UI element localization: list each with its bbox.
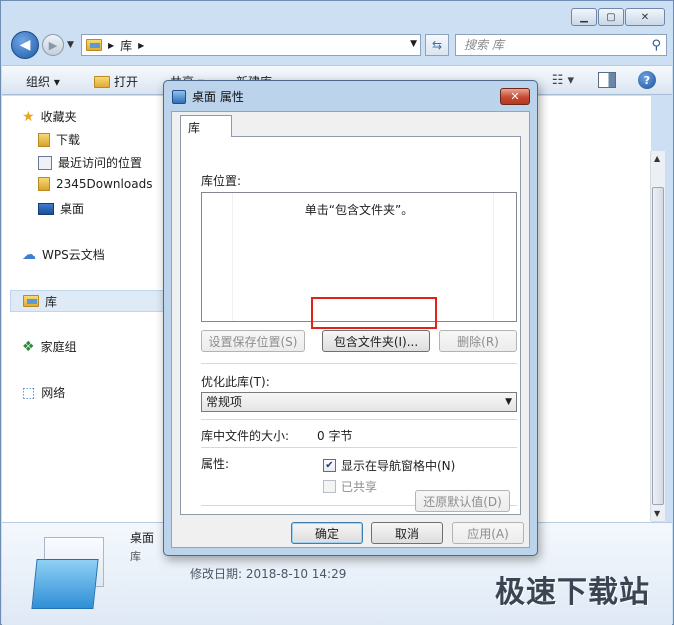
set-save-location-button[interactable]: 设置保存位置(S) [201,330,305,352]
tab-library[interactable]: 库 [180,115,232,137]
address-crumb-libraries[interactable]: 库 [120,37,132,54]
star-icon: ★ [22,108,35,125]
search-placeholder: 搜索 库 [464,38,504,52]
navigation-pane: ★ 收藏夹 下载 最近访问的位置 2345Downloads 桌面 ☁ WPS云… [2,96,164,522]
optimize-select[interactable]: 常规项 ▼ [201,392,517,412]
remove-button[interactable]: 删除(R) [439,330,517,352]
close-window-button[interactable]: ✕ [625,8,665,26]
organize-button[interactable]: 组织 ▾ [26,73,60,90]
shared-label: 已共享 [341,480,378,494]
downloads-folder-icon [38,132,50,147]
nav-favorites[interactable]: ★ 收藏夹 [22,108,77,125]
nav-desktop[interactable]: 桌面 [38,200,84,217]
optimize-selected-value: 常规项 [206,395,243,409]
details-item-type: 库 [130,550,141,563]
dialog-close-button[interactable]: ✕ [500,88,530,105]
network-icon: ⬚ [22,384,36,401]
include-folder-button[interactable]: 包含文件夹(I)... [322,330,430,352]
scroll-up-icon[interactable]: ▲ [654,154,660,163]
restore-defaults-button[interactable]: 还原默认值(D) [415,490,510,512]
library-folder-icon [86,39,102,51]
change-view-icon[interactable]: ☷ ▾ [552,73,574,88]
empty-list-hint: 单击“包含文件夹”。 [304,203,414,217]
nav-favorites-label: 收藏夹 [40,110,77,124]
library-locations-label: 库位置: [201,174,242,188]
site-watermark: 极速下载站 [495,575,650,610]
open-button[interactable]: 打开 [94,73,138,90]
dialog-title: 桌面 属性 [192,90,244,104]
nav-wps-cloud[interactable]: ☁ WPS云文档 [22,246,105,263]
dialog-title-bar: 桌面 属性 [172,88,244,105]
folder-icon [38,177,50,191]
chevron-right-icon: ▶ [108,40,115,50]
dialog-body: 库 库位置: 单击“包含文件夹”。 设置保存位置(S) 包含文件夹(I)... … [171,111,530,548]
separator [201,419,517,420]
search-input[interactable]: 搜索 库 ⚲ [455,34,667,56]
search-icon: ⚲ [651,38,661,53]
show-in-nav-checkbox-row[interactable]: ✔ 显示在导航窗格中(N) [323,457,455,474]
separator [201,447,517,448]
show-in-nav-checkbox[interactable]: ✔ [323,459,336,472]
organize-label: 组织 ▾ [26,75,60,89]
nav-homegroup[interactable]: ❖ 家庭组 [22,338,77,355]
navigation-bar: ◀ ▶ ▼ ▶ 库 ▶ ▼ ⇆ 搜索 库 ⚲ [9,31,667,59]
minimize-button[interactable]: ▁ [571,8,597,26]
window-caption-buttons: ▁ ▢ ✕ [571,8,665,26]
nav-downloads-label: 下载 [56,133,81,147]
scroll-down-icon[interactable]: ▼ [654,509,660,518]
address-dropdown-icon[interactable]: ▼ [410,39,417,49]
cloud-icon: ☁ [22,246,36,263]
library-icon [172,89,186,104]
shared-checkbox-row[interactable]: 已共享 [323,478,377,495]
library-size-value: 0 字节 [317,429,353,443]
library-large-icon [28,537,112,615]
optimize-label: 优化此库(T): [201,375,270,389]
details-modified-date: 修改日期: 2018-8-10 14:29 [190,567,347,581]
forward-button[interactable]: ▶ [42,34,64,56]
shared-checkbox[interactable] [323,480,336,493]
nav-downloads[interactable]: 下载 [38,131,80,148]
recent-places-icon [38,155,52,170]
scrollbar-thumb[interactable] [652,187,664,505]
libraries-icon [23,295,39,307]
ok-button[interactable]: 确定 [291,522,363,544]
library-size-label: 库中文件的大小: [201,429,290,443]
history-dropdown-icon[interactable]: ▼ [67,40,74,50]
cancel-button[interactable]: 取消 [371,522,443,544]
nav-2345downloads[interactable]: 2345Downloads [38,177,152,191]
preview-pane-icon[interactable] [598,72,616,88]
show-in-nav-label: 显示在导航窗格中(N) [341,459,456,473]
nav-wps-label: WPS云文档 [42,248,105,262]
nav-network[interactable]: ⬚ 网络 [22,384,65,401]
address-bar[interactable]: ▶ 库 ▶ ▼ [81,34,421,56]
nav-libraries-label: 库 [45,294,58,309]
chevron-down-icon: ▼ [505,397,512,407]
nav-desktop-label: 桌面 [60,202,85,216]
attributes-label: 属性: [201,457,230,471]
apply-button[interactable]: 应用(A) [452,522,524,544]
open-folder-icon [94,75,110,88]
help-icon[interactable]: ? [638,71,656,89]
maximize-button[interactable]: ▢ [598,8,624,26]
nav-libraries[interactable]: 库 [10,290,164,312]
refresh-button[interactable]: ⇆ [425,34,449,56]
homegroup-icon: ❖ [22,338,35,355]
open-label: 打开 [114,75,139,89]
details-item-name: 桌面 [130,531,155,545]
nav-homegroup-label: 家庭组 [40,340,77,354]
separator [201,363,517,364]
vertical-scrollbar[interactable]: ▲ ▼ [650,151,665,521]
nav-2345downloads-label: 2345Downloads [56,177,153,191]
nav-network-label: 网络 [41,386,66,400]
highlight-annotation [311,297,437,329]
nav-recent-label: 最近访问的位置 [58,156,143,170]
desktop-icon [38,202,54,215]
chevron-right-icon: ▶ [138,40,145,50]
nav-recent-places[interactable]: 最近访问的位置 [38,154,142,171]
back-button[interactable]: ◀ [11,31,39,59]
